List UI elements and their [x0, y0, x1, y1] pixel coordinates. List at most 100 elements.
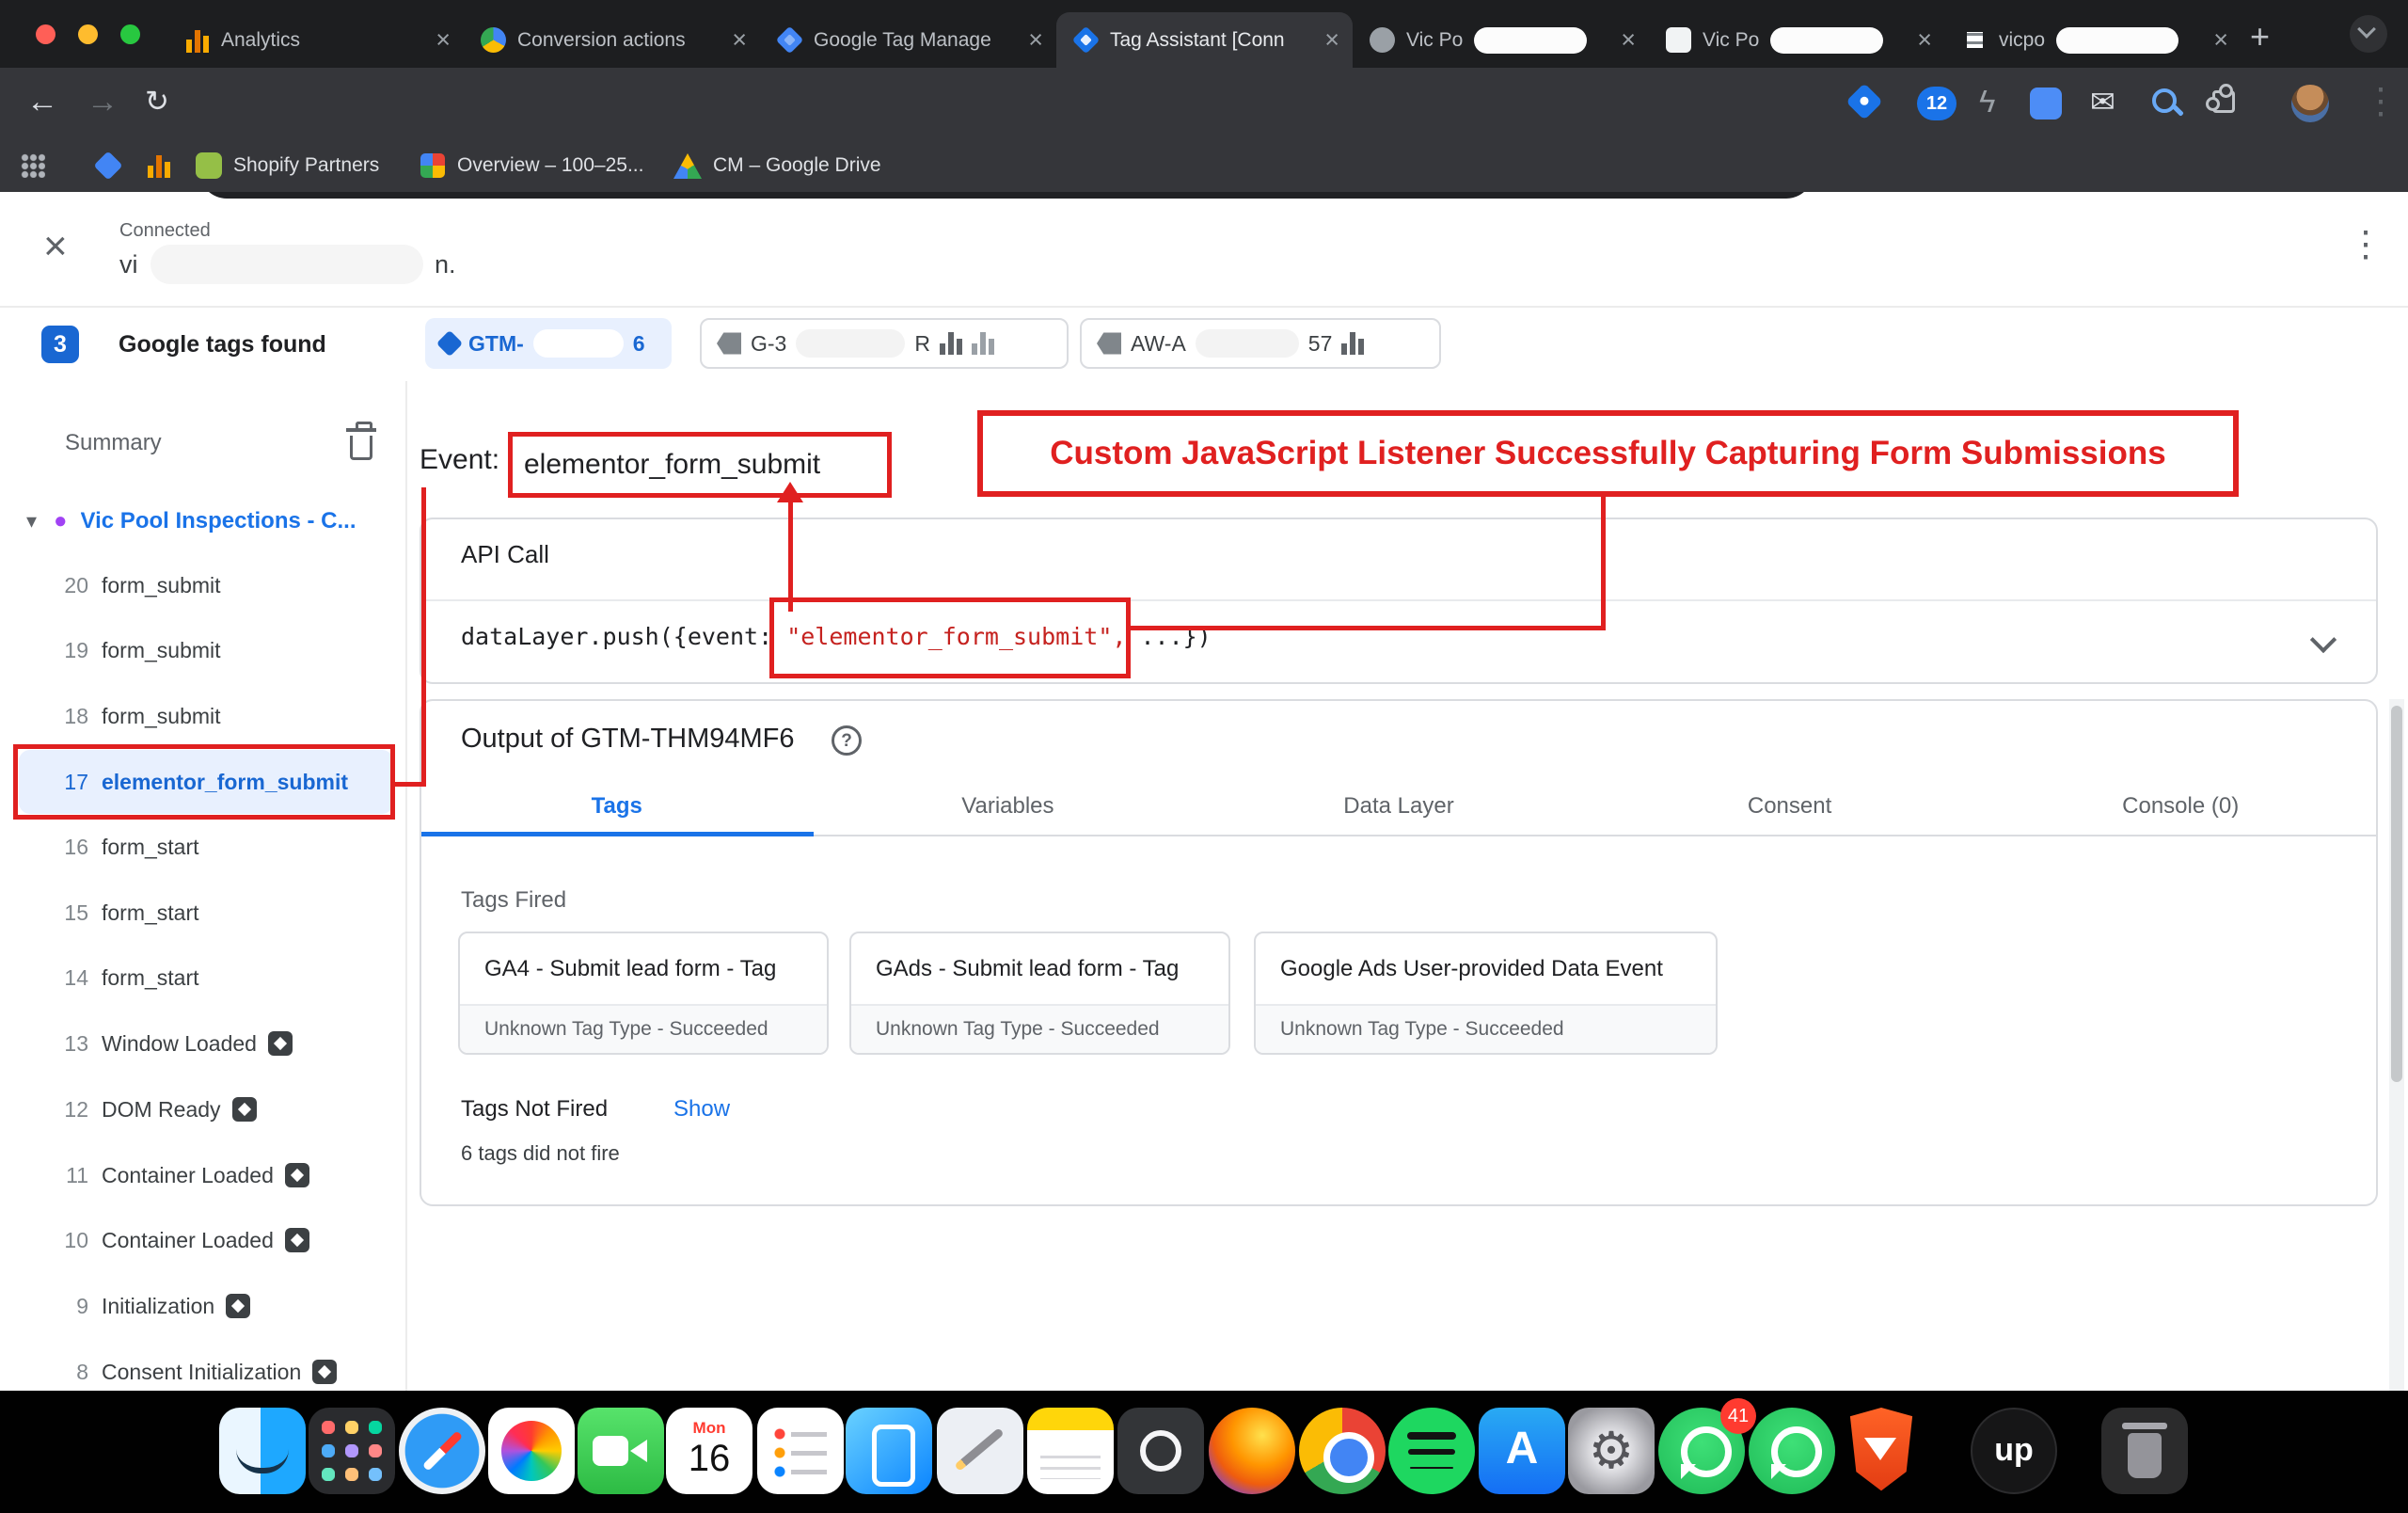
back-button[interactable]: ← — [26, 83, 58, 120]
event-row[interactable]: 11Container Loaded — [0, 1143, 407, 1207]
dock-reminders-icon[interactable] — [757, 1408, 844, 1494]
forward-button[interactable]: → — [87, 83, 119, 120]
dock-spotify-icon[interactable] — [1388, 1408, 1475, 1494]
browser-tab-conversion-actions[interactable]: Conversion actions × — [464, 12, 760, 68]
redaction-scribble — [1196, 329, 1299, 358]
connector-extension-icon[interactable]: ϟ — [1979, 83, 1995, 120]
scrollbar-thumb[interactable] — [2391, 706, 2402, 1082]
tab-close-icon[interactable]: × — [1028, 27, 1043, 53]
dock-notes-icon[interactable] — [1027, 1408, 1114, 1494]
profile-avatar[interactable] — [2291, 85, 2329, 122]
browser-tab-analytics[interactable]: Analytics × — [167, 12, 464, 68]
tab-close-icon[interactable]: × — [732, 27, 747, 53]
dock-finder-icon[interactable] — [219, 1408, 306, 1494]
tab-consent[interactable]: Consent — [1594, 776, 1986, 836]
dock-chrome-icon[interactable] — [1299, 1408, 1386, 1494]
fired-tag-card[interactable]: Google Ads User-provided Data Event Unkn… — [1254, 932, 1718, 1055]
extensions-puzzle-icon[interactable] — [2212, 90, 2235, 113]
tab-close-icon[interactable]: × — [1324, 27, 1339, 53]
search-extension-icon[interactable] — [2152, 88, 2177, 113]
dock-photos-icon[interactable] — [488, 1408, 575, 1494]
event-row[interactable]: 19form_submit — [0, 618, 407, 682]
blue-extension-icon[interactable] — [2030, 88, 2062, 119]
event-row[interactable]: 15form_start — [0, 881, 407, 945]
dock-app-store-icon[interactable] — [1479, 1408, 1565, 1494]
fired-tag-card[interactable]: GA4 - Submit lead form - Tag Unknown Tag… — [458, 932, 829, 1055]
help-icon[interactable]: ? — [832, 725, 862, 756]
dock-upwork-icon[interactable]: up — [1971, 1408, 2057, 1494]
event-row[interactable]: 14form_start — [0, 946, 407, 1010]
dock-safari-icon[interactable] — [399, 1408, 485, 1494]
dock-trash-icon[interactable] — [2101, 1408, 2188, 1494]
tab-close-icon[interactable]: × — [2213, 27, 2228, 53]
dock-launchpad-icon[interactable] — [309, 1408, 395, 1494]
browser-menu-kebab-icon[interactable]: ⋮ — [2363, 83, 2399, 120]
drive-bookmark-icon[interactable] — [673, 153, 702, 179]
tab-search-button[interactable] — [2350, 15, 2387, 53]
tab-label: Vic Po — [1703, 29, 1759, 52]
tab-close-icon[interactable]: × — [1621, 27, 1636, 53]
close-icon[interactable]: × — [43, 226, 68, 267]
aw-tag-chip[interactable]: AW-A 57 — [1080, 318, 1441, 369]
apps-grid-icon[interactable] — [21, 153, 45, 178]
overview-bookmark-icon[interactable] — [420, 153, 445, 178]
dock-calendar-icon[interactable]: Mon 16 — [666, 1408, 752, 1494]
browser-tab-site-1[interactable]: Vic Po × — [1353, 12, 1649, 68]
calendar-day: Mon — [666, 1419, 752, 1438]
dock-whatsapp-business-icon[interactable] — [1749, 1408, 1835, 1494]
extension-badge[interactable]: 12 — [1917, 87, 1956, 120]
event-number: 9 — [34, 1294, 88, 1319]
event-row[interactable]: 13Window Loaded — [0, 1011, 407, 1075]
gtm-tag-chip[interactable]: GTM- 6 — [425, 318, 672, 369]
tab-close-icon[interactable]: × — [1917, 27, 1932, 53]
tab-data-layer[interactable]: Data Layer — [1203, 776, 1594, 836]
browser-tab-tag-assistant[interactable]: Tag Assistant [Conn × — [1056, 12, 1353, 68]
gtm-bookmark-icon[interactable] — [93, 151, 122, 180]
clear-trash-icon[interactable] — [350, 436, 372, 460]
dock-brave-icon[interactable] — [1838, 1408, 1925, 1494]
container-row[interactable]: ▾ ● Vic Pool Inspections - C... — [0, 490, 407, 552]
event-row[interactable]: 10Container Loaded — [0, 1208, 407, 1272]
ga4-tag-chip[interactable]: G-3 R — [700, 318, 1069, 369]
show-link[interactable]: Show — [673, 1096, 730, 1123]
dock-firefox-icon[interactable] — [1209, 1408, 1295, 1494]
chip-suffix: 6 — [633, 331, 645, 357]
bookmark-overview[interactable]: Overview – 100–25... — [457, 138, 643, 192]
bookmark-drive[interactable]: CM – Google Drive — [713, 138, 881, 192]
redaction-scribble — [150, 245, 423, 284]
event-row[interactable]: 12DOM Ready — [0, 1077, 407, 1141]
tab-close-icon[interactable]: × — [436, 27, 451, 53]
macos-minimize-button[interactable] — [78, 24, 98, 44]
chevron-down-icon[interactable]: ▾ — [26, 509, 37, 534]
tab-variables[interactable]: Variables — [813, 776, 1204, 836]
browser-tab-site-2[interactable]: Vic Po × — [1649, 12, 1945, 68]
dock-photo-booth-icon[interactable] — [1117, 1408, 1204, 1494]
page-menu-kebab-icon[interactable]: ⋮ — [2348, 226, 2384, 263]
dock-whatsapp-icon[interactable]: 41 — [1658, 1408, 1745, 1494]
bookmark-shopify[interactable]: Shopify Partners — [233, 138, 379, 192]
event-number: 14 — [34, 965, 88, 991]
fired-tag-card[interactable]: GAds - Submit lead form - Tag Unknown Ta… — [849, 932, 1230, 1055]
tab-console[interactable]: Console (0) — [1985, 776, 2376, 836]
event-row[interactable]: 18form_submit — [0, 684, 407, 748]
event-row[interactable]: 16form_start — [0, 815, 407, 879]
mail-extension-icon[interactable]: ✉ — [2090, 83, 2115, 120]
shopify-bookmark-icon[interactable] — [196, 152, 222, 179]
dock-iphone-mirroring-icon[interactable] — [846, 1408, 932, 1494]
event-row[interactable]: 20form_submit — [0, 553, 407, 617]
analytics-bookmark-icon[interactable] — [147, 153, 171, 178]
new-tab-button[interactable]: + — [2250, 17, 2270, 56]
dock-facetime-icon[interactable] — [578, 1408, 664, 1494]
dock-preview-icon[interactable] — [937, 1408, 1023, 1494]
dock-settings-icon[interactable]: ⚙ — [1568, 1408, 1655, 1494]
macos-zoom-button[interactable] — [120, 24, 140, 44]
event-row[interactable]: 9Initialization — [0, 1274, 407, 1338]
browser-tab-sheet[interactable]: vicpo × — [1945, 12, 2242, 68]
macos-close-button[interactable] — [36, 24, 55, 44]
gtm-container-icon — [226, 1294, 250, 1318]
browser-tab-gtm[interactable]: Google Tag Manage × — [760, 12, 1056, 68]
expand-chevron-icon[interactable] — [2310, 627, 2337, 653]
reload-button[interactable]: ↻ — [145, 83, 169, 120]
tab-tags[interactable]: Tags — [421, 776, 813, 836]
tag-assistant-extension-icon[interactable] — [1846, 83, 1883, 120]
